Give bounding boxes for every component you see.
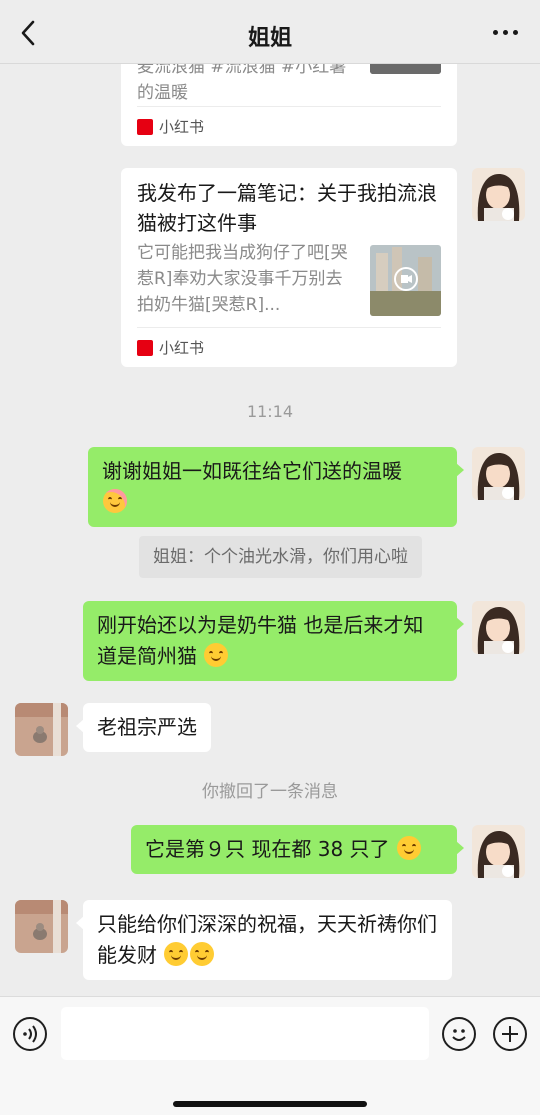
message-bubble-sent[interactable]: 它是第９只 现在都 38 只了	[131, 825, 464, 874]
smiling-face-emoji-icon	[164, 942, 189, 966]
card-source: 小红书	[159, 118, 205, 136]
chat-header: 姐姐	[0, 0, 540, 64]
my-avatar[interactable]	[472, 168, 525, 221]
card-description: 麦流浪猫 #流浪猫 #小红薯的温暖	[137, 64, 347, 103]
timestamp: 11:14	[246, 402, 294, 421]
grinning-face-emoji-icon	[204, 643, 229, 667]
message-bubble-sent[interactable]: 谢谢姐姐一如既往给它们送的温暖	[88, 447, 464, 527]
smiling-face-emoji-icon	[190, 942, 215, 966]
card-title: 我发布了一篇笔记：关于我拍流浪猫被打这件事	[137, 181, 437, 235]
card-footer: 小红书	[137, 106, 441, 146]
my-avatar[interactable]	[472, 601, 525, 654]
message-text: 谢谢姐姐一如既往给它们送的温暖	[102, 459, 402, 483]
message-bubble-received[interactable]: 只能给你们深深的祝福，天天祈祷你们能发财	[76, 900, 452, 980]
home-indicator	[173, 1101, 367, 1107]
shared-note-card[interactable]: 我发布了一篇笔记：关于我拍流浪猫被打这件事 它可能把我当成狗仔了吧[哭惹R]奉劝…	[121, 168, 457, 367]
plus-icon	[502, 1026, 518, 1042]
quoted-message[interactable]: 姐姐：个个油光水滑，你们用心啦	[139, 536, 422, 578]
card-footer: 小红书	[137, 327, 441, 367]
shared-note-card[interactable]: 麦流浪猫 #流浪猫 #小红薯的温暖 小红书	[121, 64, 457, 146]
emoji-button[interactable]	[442, 1017, 476, 1051]
card-thumbnail	[370, 245, 441, 316]
message-bubble-sent[interactable]: 刚开始还以为是奶牛猫 也是后来才知道是简州猫	[83, 601, 464, 681]
relieved-face-emoji-icon	[396, 836, 421, 860]
my-avatar[interactable]	[472, 447, 525, 500]
card-source: 小红书	[159, 339, 205, 357]
contact-avatar[interactable]	[15, 703, 68, 756]
more-button[interactable]	[493, 30, 518, 35]
message-text: 它是第９只 现在都 38 只了	[145, 837, 390, 861]
more-functions-button[interactable]	[493, 1017, 527, 1051]
message-text: 刚开始还以为是奶牛猫 也是后来才知道是简州猫	[97, 613, 424, 668]
card-description: 它可能把我当成狗仔了吧[哭惹R]奉劝大家没事千万别去拍奶牛猫[哭惹R]...	[137, 243, 348, 315]
smiling-face-hearts-emoji-icon	[103, 489, 127, 513]
message-input[interactable]	[61, 1007, 429, 1060]
voice-icon	[23, 1025, 37, 1043]
contact-avatar[interactable]	[15, 900, 68, 953]
more-dots-icon	[493, 30, 498, 35]
chat-title: 姐姐	[247, 26, 292, 51]
message-text: 老祖宗严选	[97, 715, 197, 739]
message-list[interactable]: 麦流浪猫 #流浪猫 #小红薯的温暖 小红书 我发布了一篇笔记：关于我拍流浪猫被打…	[0, 64, 540, 996]
my-avatar[interactable]	[472, 825, 525, 878]
card-thumbnail	[370, 64, 441, 74]
message-text: 只能给你们深深的祝福，天天祈祷你们能发财	[97, 912, 437, 967]
xiaohongshu-logo-icon	[137, 339, 153, 356]
emoji-icon	[452, 1029, 466, 1041]
voice-button[interactable]	[13, 1017, 47, 1051]
input-bar	[0, 996, 540, 1115]
system-notice: 你撤回了一条消息	[202, 782, 338, 802]
xiaohongshu-logo-icon	[137, 118, 153, 135]
message-bubble-received[interactable]: 老祖宗严选	[76, 703, 211, 752]
